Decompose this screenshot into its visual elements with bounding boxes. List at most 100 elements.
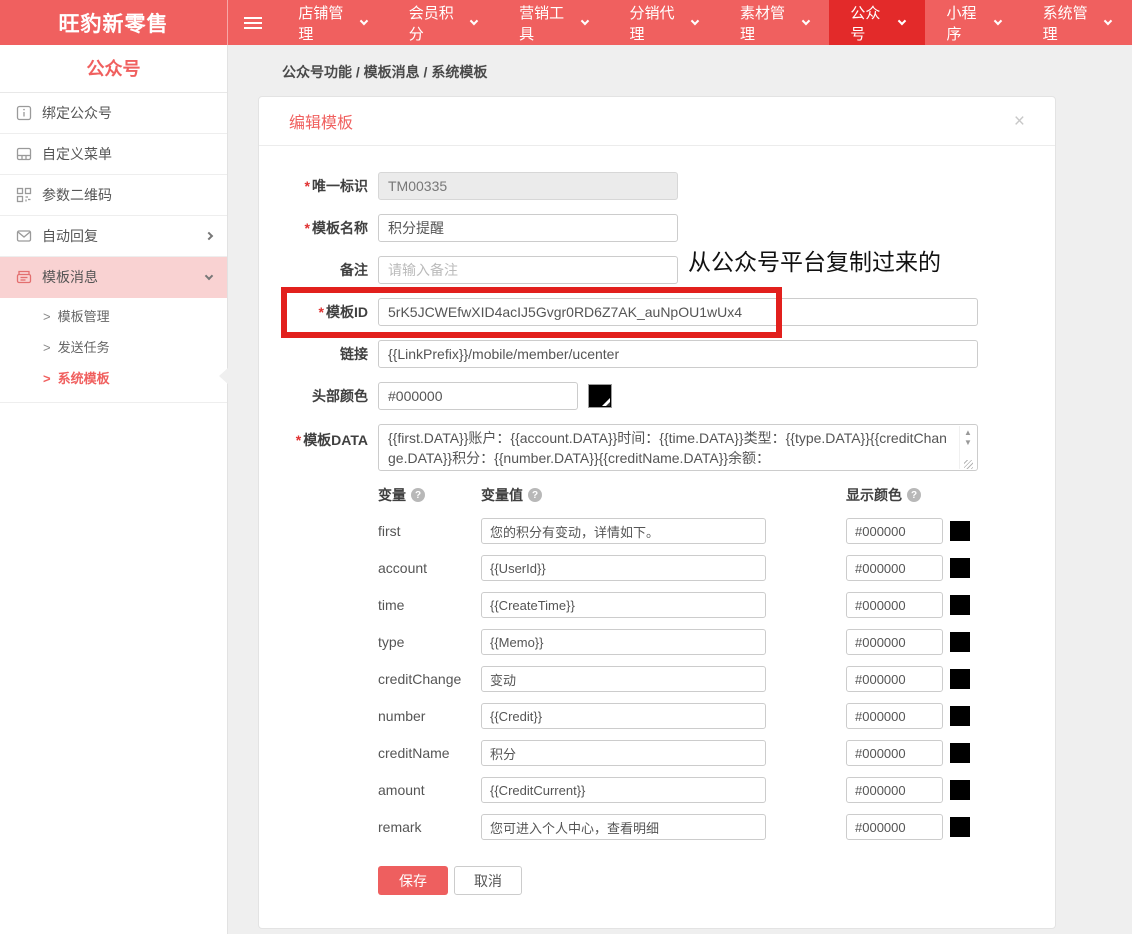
- hamburger-icon[interactable]: [228, 0, 277, 45]
- color-swatch[interactable]: [950, 817, 970, 837]
- template-form: *唯一标识 *模板名称 备注 *模板ID 链接 头部颜色: [259, 146, 1055, 923]
- required-mark: *: [305, 178, 310, 194]
- var-value-field[interactable]: [481, 740, 766, 766]
- var-color-field[interactable]: [846, 777, 943, 803]
- sidebar-item-param-qrcode[interactable]: 参数二维码: [0, 175, 227, 216]
- save-button[interactable]: 保存: [378, 866, 448, 895]
- sidebar-item-template-message[interactable]: 模板消息: [0, 257, 227, 298]
- nav-item-distribution[interactable]: 分销代理: [609, 0, 719, 45]
- submenu-arrow: >: [43, 309, 51, 324]
- cancel-button[interactable]: 取消: [454, 866, 522, 895]
- sidebar-subitem-send-task[interactable]: >发送任务: [0, 332, 227, 363]
- color-swatch[interactable]: [950, 595, 970, 615]
- chevron-right-icon: [205, 232, 213, 240]
- template-data-text: {{first.DATA}}账户：{{account.DATA}}时间：{{ti…: [388, 430, 947, 466]
- table-row: account: [378, 555, 1025, 581]
- info-icon: [15, 104, 33, 122]
- var-value-field[interactable]: [481, 629, 766, 655]
- resize-grip-icon[interactable]: [964, 460, 973, 469]
- variables-table: 变量? 变量值? 显示颜色? first account: [378, 485, 1025, 840]
- help-icon[interactable]: ?: [528, 488, 542, 502]
- var-color-field[interactable]: [846, 592, 943, 618]
- table-row: creditName: [378, 740, 1025, 766]
- color-swatch[interactable]: [950, 632, 970, 652]
- var-name: type: [378, 634, 481, 650]
- help-icon[interactable]: ?: [411, 488, 425, 502]
- nav-item-marketing[interactable]: 营销工具: [498, 0, 608, 45]
- sidebar-title: 公众号: [0, 45, 227, 93]
- var-value-field[interactable]: [481, 666, 766, 692]
- nav-item-shop[interactable]: 店铺管理: [277, 0, 387, 45]
- sidebar-item-custom-menu[interactable]: 自定义菜单: [0, 134, 227, 175]
- chevron-down-icon: [994, 16, 1002, 24]
- topbar: 旺豹新零售 店铺管理 会员积分 营销工具 分销代理 素材管理 公众号 小程序 系…: [0, 0, 1132, 45]
- var-value-field[interactable]: [481, 703, 766, 729]
- var-color-field[interactable]: [846, 518, 943, 544]
- custom-menu-icon: [15, 145, 33, 163]
- table-row: type: [378, 629, 1025, 655]
- nav-item-member-points[interactable]: 会员积分: [388, 0, 498, 45]
- var-value-field[interactable]: [481, 592, 766, 618]
- var-value-field[interactable]: [481, 518, 766, 544]
- chevron-down-icon: [205, 271, 213, 279]
- form-row-template-data: *模板DATA {{first.DATA}}账户：{{account.DATA}…: [289, 424, 1025, 471]
- template-data-textarea[interactable]: {{first.DATA}}账户：{{account.DATA}}时间：{{ti…: [378, 424, 978, 471]
- textarea-scrollbar[interactable]: ▲ ▼: [959, 426, 976, 469]
- form-row-template-id: *模板ID: [289, 298, 1025, 326]
- var-color-field[interactable]: [846, 814, 943, 840]
- form-row-link: 链接: [289, 340, 1025, 368]
- nav-item-official-account[interactable]: 公众号: [829, 0, 925, 45]
- nav-item-system[interactable]: 系统管理: [1022, 0, 1132, 45]
- color-swatch[interactable]: [950, 706, 970, 726]
- sidebar-item-auto-reply[interactable]: 自动回复: [0, 216, 227, 257]
- scroll-down-icon[interactable]: ▼: [964, 438, 972, 448]
- sidebar-item-bind-account[interactable]: 绑定公众号: [0, 93, 227, 134]
- header-color-label: 头部颜色: [289, 386, 378, 406]
- var-name: time: [378, 597, 481, 613]
- sidebar-subitem-system-template[interactable]: >系统模板: [0, 363, 227, 394]
- link-field[interactable]: [378, 340, 978, 368]
- var-name: amount: [378, 782, 481, 798]
- var-value-field[interactable]: [481, 777, 766, 803]
- color-swatch[interactable]: [950, 521, 970, 541]
- breadcrumb: 公众号功能 / 模板消息 / 系统模板: [229, 45, 1132, 82]
- chevron-down-icon: [360, 16, 368, 24]
- close-icon[interactable]: ×: [1014, 112, 1025, 131]
- color-swatch[interactable]: [950, 558, 970, 578]
- required-mark: *: [319, 304, 324, 320]
- chevron-down-icon: [801, 16, 809, 24]
- link-label: 链接: [289, 344, 378, 364]
- var-color-field[interactable]: [846, 740, 943, 766]
- var-color-field[interactable]: [846, 555, 943, 581]
- color-swatch[interactable]: [950, 743, 970, 763]
- scroll-up-icon[interactable]: ▲: [964, 428, 972, 438]
- var-name: first: [378, 523, 481, 539]
- var-color-field[interactable]: [846, 666, 943, 692]
- nav-item-material[interactable]: 素材管理: [719, 0, 829, 45]
- chevron-down-icon: [470, 16, 478, 24]
- color-swatch[interactable]: [950, 780, 970, 800]
- table-row: first: [378, 518, 1025, 544]
- header-color-field[interactable]: [378, 382, 578, 410]
- var-value-field[interactable]: [481, 555, 766, 581]
- header-color-swatch[interactable]: [588, 384, 612, 408]
- color-swatch[interactable]: [950, 669, 970, 689]
- help-icon[interactable]: ?: [907, 488, 921, 502]
- template-name-field[interactable]: [378, 214, 678, 242]
- var-color-header: 显示颜色: [846, 485, 902, 505]
- var-name-header: 变量: [378, 485, 406, 505]
- nav-item-mini-program[interactable]: 小程序: [925, 0, 1021, 45]
- sidebar-submenu: >模板管理 >发送任务 >系统模板: [0, 298, 227, 403]
- var-value-field[interactable]: [481, 814, 766, 840]
- var-color-field[interactable]: [846, 629, 943, 655]
- top-nav: 店铺管理 会员积分 营销工具 分销代理 素材管理 公众号 小程序 系统管理: [228, 0, 1132, 45]
- var-name: creditName: [378, 745, 481, 761]
- template-id-label: 模板ID: [326, 304, 368, 320]
- template-id-field[interactable]: [378, 298, 978, 326]
- edit-template-panel: 编辑模板 × *唯一标识 *模板名称 备注 *模板ID 链接: [258, 96, 1056, 929]
- table-row: creditChange: [378, 666, 1025, 692]
- var-color-field[interactable]: [846, 703, 943, 729]
- table-row: amount: [378, 777, 1025, 803]
- sidebar-subitem-template-manage[interactable]: >模板管理: [0, 301, 227, 332]
- remark-field[interactable]: [378, 256, 678, 284]
